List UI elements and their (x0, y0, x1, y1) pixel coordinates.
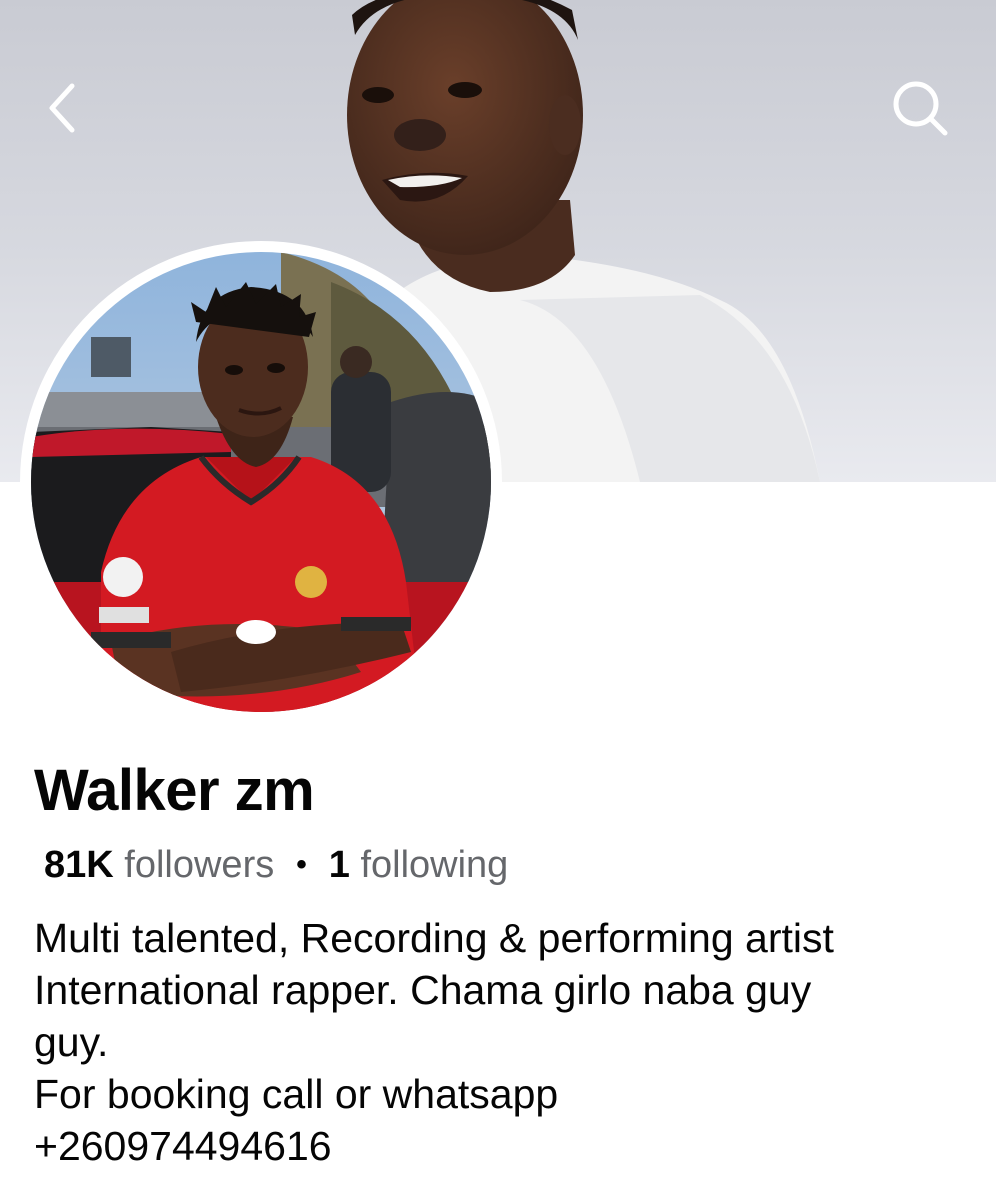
following-count: 1 (328, 844, 361, 886)
bio-line: International rapper. Chama girlo naba g… (34, 967, 812, 1013)
followers-label: followers (124, 844, 275, 886)
following-link[interactable]: 1 following (329, 842, 509, 888)
search-icon (893, 81, 948, 136)
profile-picture-image (31, 252, 491, 712)
bio-line: Multi talented, Recording & performing a… (34, 915, 834, 961)
back-button[interactable] (22, 68, 102, 148)
profile-bio: Multi talented, Recording & performing a… (34, 912, 974, 1172)
profile-picture[interactable] (31, 252, 491, 712)
profile-name: Walker zm (34, 758, 315, 823)
chevron-left-icon (49, 83, 75, 133)
bio-line: For booking call or whatsapp (34, 1071, 559, 1117)
followers-link[interactable]: 81K followers (44, 842, 274, 888)
search-button[interactable] (880, 68, 960, 148)
following-label: following (360, 844, 509, 886)
followers-count: 81K (44, 844, 125, 886)
stats-separator: • (296, 848, 307, 881)
profile-picture-ring (20, 241, 502, 723)
profile-stats: 81K followers • 1 following (44, 842, 508, 888)
profile-screen: Walker zm 81K followers • 1 following Mu… (0, 0, 996, 1200)
bio-line: guy. (34, 1019, 109, 1065)
bio-phone[interactable]: +260974494616 (34, 1120, 974, 1172)
